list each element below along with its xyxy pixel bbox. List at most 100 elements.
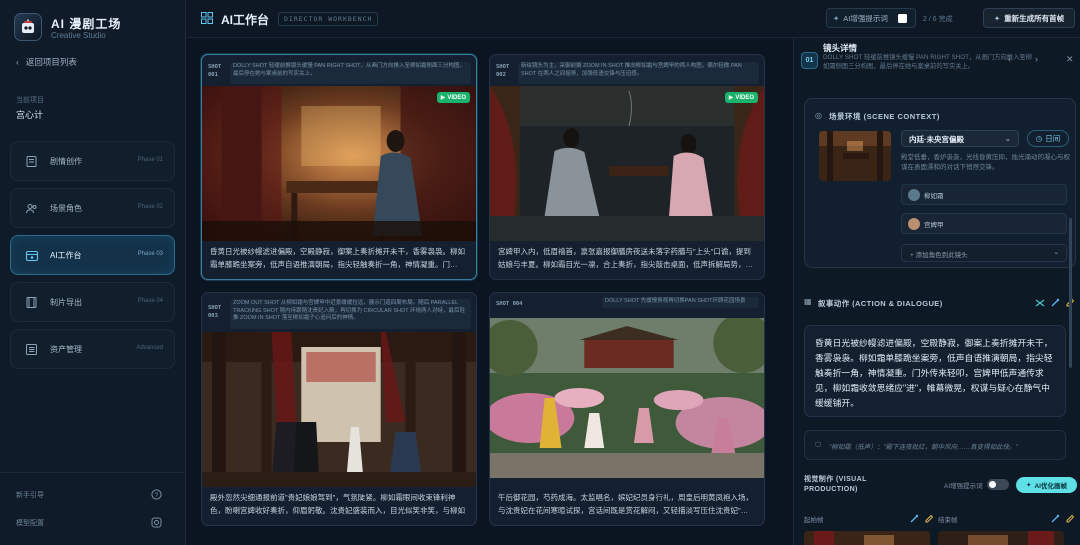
magic-wand-icon[interactable]: [1050, 298, 1060, 308]
chevron-right-icon[interactable]: ›: [1035, 54, 1038, 64]
scene-thumbnail-image: [819, 131, 891, 181]
sidebar: AI 漫剧工场 Creative Studio ‹ 返回项目列表 当前项目 宫心…: [0, 0, 186, 545]
shot-camera-desc: DOLLY SHOT 先缓慢俯视再切换PAN SHOT环顾花园场景: [602, 297, 759, 308]
divider: [0, 472, 186, 473]
nav-label: 资产管理: [50, 345, 82, 354]
project-name: 宫心计: [16, 110, 44, 120]
garden-scene-image: [490, 318, 764, 478]
magic-wand-icon[interactable]: [1050, 514, 1060, 524]
shot-image[interactable]: [202, 332, 476, 487]
shot-image[interactable]: ▶ VIDEO: [490, 86, 764, 241]
character-chip-maid[interactable]: 宫婢甲: [901, 213, 1067, 234]
visual-production-title: 视觉制作 (VISUAL PRODUCTION): [804, 476, 867, 493]
speech-bubble-icon: ▢: [815, 441, 822, 448]
chevron-left-icon: ‹: [16, 57, 19, 67]
shot-header: SHOT 002 新绘镜头为主，采御前摄 ZOOM IN SHOT 推向柳如霜与宫…: [490, 55, 764, 85]
video-badge[interactable]: ▶ VIDEO: [436, 92, 470, 103]
dialogue-line[interactable]: ▢ "柳如霜（低声）："殿下连夜批红，朝中风向……真变得如此快。": [804, 430, 1066, 460]
visual-enhance-label: AI增强提示词: [944, 483, 983, 490]
grid-icon: [201, 12, 213, 24]
nav-item-export[interactable]: 制片导出 Phase 04: [10, 282, 175, 322]
film-icon: [24, 295, 39, 310]
model-settings-link[interactable]: 模型配置: [16, 518, 44, 528]
scene-thumbnail[interactable]: [819, 131, 891, 181]
close-icon[interactable]: ✕: [1066, 54, 1074, 65]
end-frame-thumbnail: [938, 531, 1064, 545]
shot-image[interactable]: [490, 318, 764, 478]
back-to-projects-link[interactable]: ‹ 返回项目列表: [16, 56, 77, 68]
character-chip-liu-ru-shuang[interactable]: 柳如霜: [901, 184, 1067, 205]
nav-item-workbench[interactable]: AI工作台 Phase 03: [10, 235, 175, 275]
help-icon[interactable]: ?: [151, 489, 162, 500]
shot-camera-desc: 新绘镜头为主，采御前摄 ZOOM IN SHOT 推向柳如霜与宫婢甲的两人构图，…: [518, 62, 759, 84]
chevron-down-icon: ⌄: [1053, 249, 1059, 256]
action-text-area[interactable]: 昏黄日光被纱幔滤进偏殿，空殿静寂，御案上奏折摊开未干，香雾袅袅。柳如霜单膝跪坐案…: [804, 325, 1066, 417]
avatar: [908, 218, 920, 230]
magic-wand-icon[interactable]: [909, 514, 919, 524]
list-icon: [24, 342, 39, 357]
shot-action-text: 殿外忽然尖细通报前道"贵妃娘娘驾到"，气氛陡紧。柳如霜眼间收束锋利神色，盼喇宫婢…: [210, 493, 465, 515]
video-camera-icon: ▶: [440, 95, 446, 101]
add-character-select[interactable]: + 添加角色到此镜头 ⌄: [901, 244, 1067, 262]
edit-pencil-icon[interactable]: [1065, 514, 1075, 524]
nav-item-story[interactable]: 剧情创作 Phase 01: [10, 141, 175, 181]
users-icon: [24, 201, 39, 216]
ai-enhance-toggle[interactable]: ✦ AI增强提示词: [826, 8, 916, 28]
ai-optimize-frame-button[interactable]: ✦ AI优化画帧: [1016, 477, 1077, 493]
book-icon: [24, 154, 39, 169]
shuffle-icon[interactable]: [1035, 298, 1045, 308]
action-section-title: 叙事动作 (ACTION & DIALOGUE): [818, 299, 943, 308]
shot-number: SHOT 003: [208, 305, 222, 319]
scene-section-title: 场景环境 (SCENE CONTEXT): [829, 112, 940, 121]
sparkle-icon: ✦: [993, 13, 1001, 23]
top-header: AI工作台 DIRECTOR WORKBENCH ✦ AI增强提示词 2 / 6…: [186, 0, 1080, 38]
nav-phase: Advanced: [136, 345, 163, 351]
start-frame-label: 起始帧: [804, 517, 824, 524]
shot-number: SHOT 001: [208, 64, 222, 78]
shot-action-text: 宫婢甲入内，低眉禧首，禀张嘉报御膳房夜送未落字药膳与"上头"口谕，提到姑娘与丰夏…: [498, 247, 753, 269]
shot-card-001[interactable]: SHOT 001 DOLLY SHOT 轻缓前推镜头缓慢 PAN RIGHT SH…: [201, 54, 477, 280]
workbench-icon: [24, 248, 39, 263]
regenerate-all-frames-button[interactable]: ✦ 重新生成所有首帧: [983, 8, 1075, 28]
nav-label: 场景角色: [50, 204, 82, 213]
shot-card-004[interactable]: SHOT 004 DOLLY SHOT 先缓慢俯视再切换PAN SHOT环顾花园…: [489, 292, 765, 526]
shot-card-002[interactable]: SHOT 002 新绘镜头为主，采御前摄 ZOOM IN SHOT 推向柳如霜与宫…: [489, 54, 765, 280]
sparkle-icon: ✦: [1026, 482, 1032, 489]
nav-item-assets[interactable]: 资产管理 Advanced: [10, 329, 175, 369]
shot-grid: SHOT 001 DOLLY SHOT 轻缓前推镜头缓慢 PAN RIGHT SH…: [186, 38, 786, 545]
nav-label: 剧情创作: [50, 157, 82, 166]
scene-description: 殿堂低垂，香炉袅袅，光线昏黄压抑，烛光涌动的凝心与权谋在表面漂和的对话下悄然交锋…: [901, 154, 1070, 171]
nav-phase: Phase 03: [137, 251, 163, 257]
video-camera-icon: ▶: [728, 95, 734, 101]
guide-link[interactable]: 新手引导: [16, 490, 44, 500]
nav-phase: Phase 01: [137, 157, 163, 163]
shot-action-text: 午后御花园，芍药成海。太监唱名，嫔妃纪员身行礼，周皇后明黄凤袍入场，与沈贵妃在花…: [498, 493, 753, 515]
shot-card-003[interactable]: SHOT 003 ZOOM OUT SHOT 从柳如霜与宫婢甲中近景缓缓拉远，展示…: [201, 292, 477, 526]
back-label: 返回项目列表: [25, 57, 77, 67]
shot-image[interactable]: ▶ VIDEO: [202, 86, 476, 241]
shot-header: SHOT 001 DOLLY SHOT 轻缓前推镜头缓慢 PAN RIGHT SH…: [202, 55, 476, 85]
clock-icon: ◷: [1035, 134, 1043, 143]
scrollbar[interactable]: [1069, 218, 1072, 368]
time-of-day-tag[interactable]: ◷ 日间: [1027, 130, 1069, 147]
start-frame-thumbnail: [804, 531, 930, 545]
edit-pencil-icon[interactable]: [924, 514, 934, 524]
nav-item-scenes[interactable]: 场景角色 Phase 02: [10, 188, 175, 228]
ai-enhance-checkbox[interactable]: [898, 14, 907, 23]
ai-enhance-switch[interactable]: [987, 479, 1009, 490]
gear-icon[interactable]: [151, 517, 162, 528]
hall-scene-image: [202, 332, 476, 487]
nav-phase: Phase 02: [137, 204, 163, 210]
palace-scene-image: [202, 86, 476, 241]
start-frame-image[interactable]: [804, 531, 930, 545]
location-select[interactable]: 内廷·未央宫偏殿 ⌄: [901, 130, 1019, 147]
incense-room-image: [490, 86, 764, 241]
progress-counter: 2 / 6 完成: [923, 16, 953, 23]
shot-number: SHOT 004: [496, 301, 523, 307]
nav-phase: Phase 04: [137, 298, 163, 304]
chevron-left-icon[interactable]: ‹: [1008, 54, 1011, 64]
end-frame-image[interactable]: [938, 531, 1064, 545]
app-logo: [14, 13, 42, 41]
video-badge[interactable]: ▶ VIDEO: [724, 92, 758, 103]
director-workbench-badge: DIRECTOR WORKBENCH: [278, 12, 379, 26]
